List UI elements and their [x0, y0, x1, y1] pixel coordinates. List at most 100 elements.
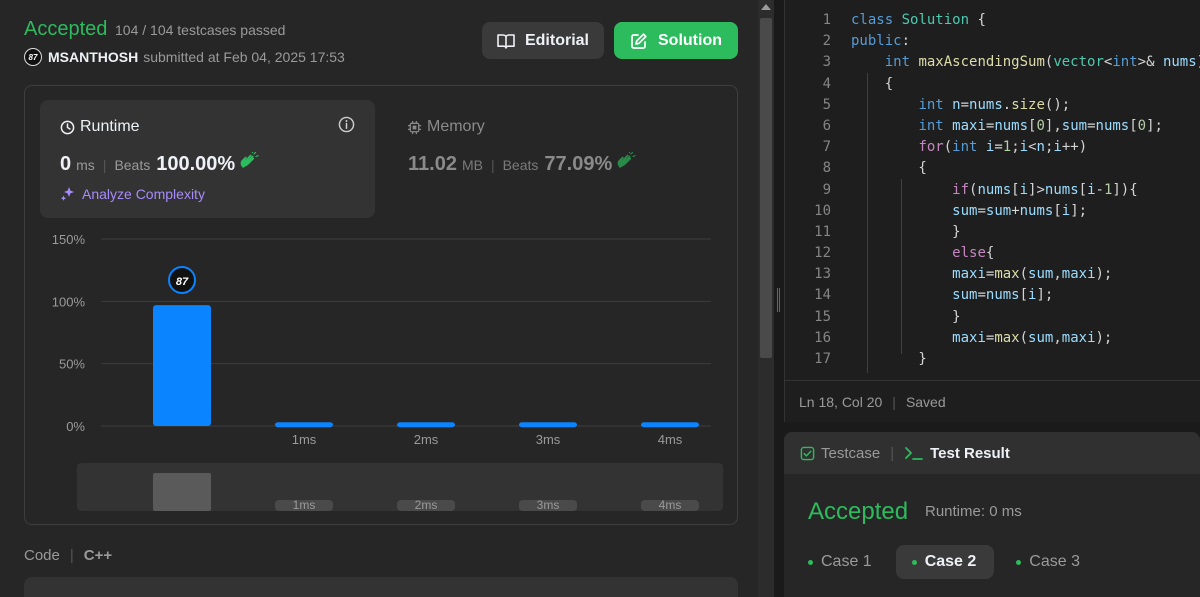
code-line[interactable]: 14 sum=nums[i]; — [785, 285, 1200, 306]
result-status: Accepted — [808, 498, 909, 525]
code-line[interactable]: 3 int maxAscendingSum(vector<int>& nums) — [785, 52, 1200, 73]
code-line[interactable]: 4 { — [785, 74, 1200, 95]
line-number: 11 — [814, 223, 831, 240]
cursor-position: Ln 18, Col 20 — [799, 393, 883, 410]
panel-resize-handle[interactable] — [774, 0, 784, 597]
code-line[interactable]: 7 for(int i=1;i<n;i++) — [785, 137, 1200, 158]
solution-label: Solution — [658, 31, 722, 49]
performance-card: Runtime 0 ms | Beats 100.00% Analyze Com… — [24, 85, 738, 525]
status-dot — [808, 559, 813, 565]
code-line[interactable]: 15 } — [785, 307, 1200, 328]
tab-testcase[interactable]: Testcase — [800, 445, 880, 462]
line-number: 3 — [822, 54, 831, 71]
code-text: sum=nums[i]; — [952, 287, 1054, 304]
status-dot — [911, 559, 917, 565]
chart-bar[interactable] — [641, 422, 699, 428]
code-line[interactable]: 5 int n=nums.size(); — [785, 95, 1200, 116]
code-text: class Solution { — [851, 12, 986, 28]
code-text: maxi=max(sum,maxi); — [952, 266, 1113, 283]
separator: | — [892, 393, 896, 410]
code-text: else{ — [952, 245, 995, 262]
editorial-label: Editorial — [524, 31, 589, 49]
overview-tick-label: 2ms — [415, 498, 438, 512]
code-line[interactable]: 17 } — [785, 349, 1200, 370]
testcases-passed: 104 / 104 testcases passed — [115, 22, 286, 38]
code-editor[interactable]: 1 class Solution {2 public: 3 int maxAscend… — [784, 0, 1200, 422]
code-text: int maxAscendingSum(vector<int>& nums) — [884, 54, 1200, 71]
line-number: 1 — [822, 12, 831, 28]
code-line[interactable]: 11 } — [785, 222, 1200, 243]
line-number: 12 — [814, 245, 831, 262]
line-number: 14 — [814, 287, 831, 304]
runtime-distribution-chart[interactable]: 150% 100% 50% 0% 87 1ms 2ms 3ms 4ms 1ms 2ms 3ms 4ms — [25, 86, 739, 526]
x-tick-label: 4ms — [658, 432, 683, 447]
case-tab-1[interactable]: Case 1 — [792, 545, 890, 579]
code-text: int maxi=nums[0],sum=nums[0]; — [918, 117, 1163, 134]
code-line[interactable]: 8 { — [785, 158, 1200, 179]
code-line[interactable]: 2 public: — [785, 31, 1200, 52]
code-lines[interactable]: 1 class Solution {2 public: 3 int maxAscend… — [785, 10, 1200, 370]
submitted-time: submitted at Feb 04, 2025 17:53 — [143, 49, 345, 65]
line-number: 15 — [814, 308, 831, 325]
code-line[interactable]: 1 class Solution { — [785, 10, 1200, 31]
code-line[interactable]: 16 maxi=max(sum,maxi); — [785, 328, 1200, 349]
line-number: 17 — [814, 351, 831, 367]
y-tick-label: 150% — [52, 232, 86, 247]
editor-status-bar: Ln 18, Col 20 | Saved — [785, 380, 1200, 422]
chart-bar[interactable] — [275, 422, 333, 428]
code-line[interactable]: 13 maxi=max(sum,maxi); — [785, 264, 1200, 285]
result-runtime: Runtime: 0 ms — [925, 503, 1022, 520]
code-label: Code — [24, 547, 60, 564]
code-language: C++ — [83, 547, 113, 564]
case-tab-3[interactable]: Case 3 — [1000, 545, 1098, 579]
book-icon — [497, 33, 515, 49]
submission-panel: Accepted 104 / 104 testcases passed 87 M… — [0, 0, 758, 597]
separator: | — [890, 444, 895, 462]
tab-testcase-label: Testcase — [821, 444, 881, 462]
line-number: 16 — [814, 329, 831, 346]
code-line[interactable]: 12 else{ — [785, 243, 1200, 264]
terminal-icon — [904, 445, 924, 461]
test-result-panel: Testcase | Test Result Accepted Runtime:… — [784, 432, 1200, 597]
user-marker-label: 87 — [176, 276, 189, 288]
code-text: int n=nums.size(); — [918, 96, 1071, 113]
scrollbar-thumb[interactable] — [760, 18, 772, 358]
line-number: 6 — [822, 117, 831, 134]
line-number: 13 — [814, 266, 831, 283]
code-text: public: — [851, 33, 911, 50]
code-line[interactable]: 6 int maxi=nums[0],sum=nums[0]; — [785, 116, 1200, 137]
y-tick-label: 0% — [66, 419, 85, 434]
line-number: 8 — [822, 160, 831, 177]
chart-bar[interactable] — [397, 422, 455, 428]
username-link[interactable]: MSANTHOSH — [48, 49, 138, 65]
code-line[interactable]: 9 if(nums[i]>nums[i-1]){ — [785, 180, 1200, 201]
case-label: Case 2 — [924, 553, 977, 570]
editorial-button[interactable]: Editorial — [482, 22, 604, 59]
edit-icon — [630, 32, 648, 50]
tab-test-result[interactable]: Test Result — [904, 445, 1010, 462]
indent-guide — [901, 179, 902, 354]
overview-tick-label: 4ms — [659, 498, 682, 512]
code-text: } — [851, 351, 927, 367]
code-text: for(int i=1;i<n;i++) — [918, 139, 1088, 156]
chart-bar[interactable] — [519, 422, 577, 428]
solution-button[interactable]: Solution — [614, 22, 738, 59]
line-number: 5 — [822, 96, 831, 113]
case-tab-2[interactable]: Case 2 — [895, 545, 995, 579]
code-text: { — [851, 75, 894, 92]
left-panel-scrollbar[interactable] — [758, 0, 774, 597]
code-section-header: Code | C++ — [24, 547, 112, 564]
code-text: if(nums[i]>nums[i-1]){ — [952, 181, 1138, 198]
leetcode-submission-page: Accepted 104 / 104 testcases passed 87 M… — [0, 0, 1200, 597]
code-text: { — [851, 160, 927, 177]
submitted-code-block[interactable] — [24, 577, 738, 597]
chart-bar[interactable] — [153, 305, 211, 426]
separator: | — [69, 547, 74, 564]
avatar[interactable]: 87 — [24, 48, 42, 66]
scroll-up-icon[interactable] — [761, 4, 771, 10]
status-dot — [1016, 559, 1022, 565]
drag-handle-icon — [777, 288, 780, 312]
code-line[interactable]: 10 sum=sum+nums[i]; — [785, 201, 1200, 222]
line-number: 7 — [822, 139, 831, 156]
submission-status: Accepted — [24, 18, 108, 40]
